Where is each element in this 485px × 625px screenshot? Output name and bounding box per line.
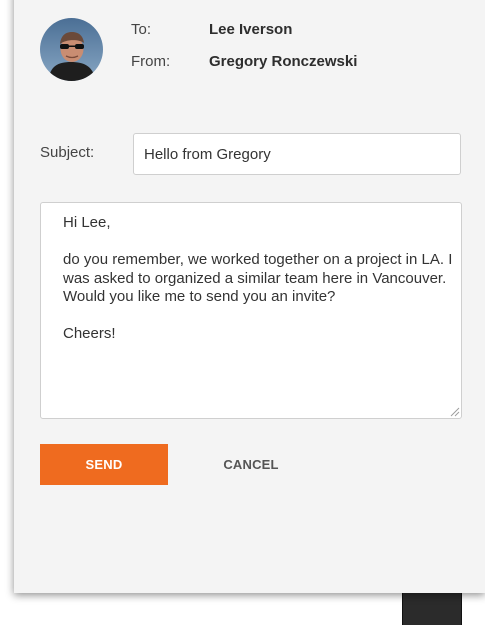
avatar-photo-icon: [40, 18, 103, 81]
to-label: To:: [131, 21, 152, 38]
sender-name: Gregory Ronczewski: [209, 53, 358, 70]
from-label: From:: [131, 53, 171, 70]
cancel-button[interactable]: CANCEL: [196, 444, 306, 485]
send-button[interactable]: SEND: [40, 444, 168, 485]
message-body[interactable]: Hi Lee, do you remember, we worked toget…: [63, 214, 453, 344]
subject-input[interactable]: [133, 133, 461, 175]
recipient-name: Lee Iverson: [209, 21, 293, 38]
sender-avatar: [40, 18, 103, 81]
subject-label: Subject:: [40, 144, 95, 161]
resize-handle-icon[interactable]: [448, 405, 460, 417]
message-textarea[interactable]: Hi Lee, do you remember, we worked toget…: [40, 202, 462, 419]
